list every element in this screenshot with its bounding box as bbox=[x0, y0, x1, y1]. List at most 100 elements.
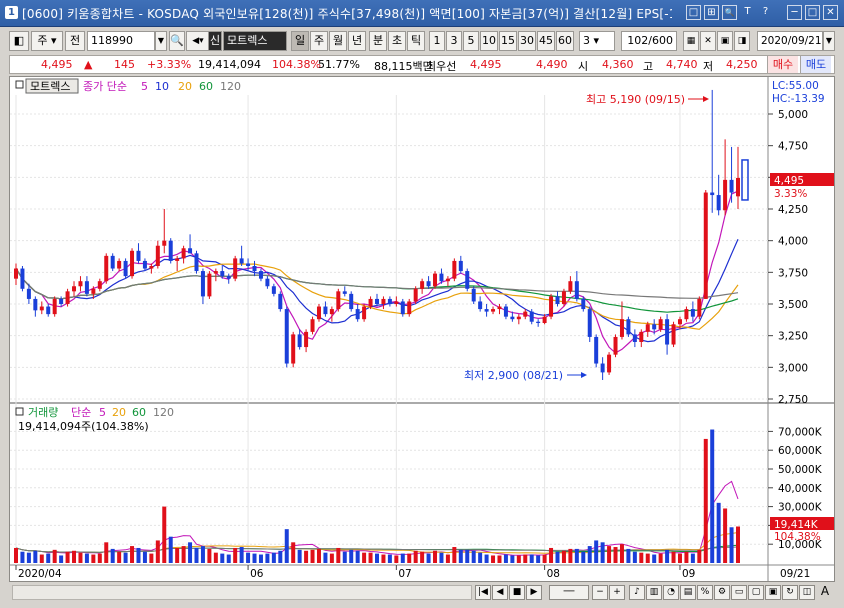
candle-body bbox=[439, 273, 444, 282]
sidebar-toggle-icon[interactable]: ◨ bbox=[734, 31, 750, 51]
tab-year[interactable]: 년 bbox=[348, 31, 366, 51]
volume-bar bbox=[671, 551, 676, 563]
interval-5[interactable]: 5 bbox=[463, 31, 479, 51]
volume-bar bbox=[181, 546, 186, 563]
ma-title: 종가 단순 bbox=[83, 80, 127, 93]
stock-label: 모트렉스 bbox=[30, 80, 70, 93]
panel-collapse-icon[interactable] bbox=[15, 80, 24, 89]
help-icon[interactable]: ? bbox=[758, 5, 773, 20]
minimize-button[interactable]: ─ bbox=[787, 5, 802, 20]
candle-body bbox=[394, 301, 399, 304]
candle-body bbox=[619, 319, 624, 337]
volume-bar bbox=[491, 555, 496, 563]
candle-body bbox=[200, 271, 205, 297]
indicator-icon[interactable]: ◔ bbox=[663, 585, 679, 600]
chart-menu-icon[interactable]: ◧ bbox=[9, 31, 29, 51]
quote-price: 4,495 bbox=[41, 58, 73, 71]
interval-select[interactable]: 3 ▾ bbox=[579, 31, 615, 51]
sell-button[interactable]: 매도 bbox=[800, 56, 831, 73]
candle-body bbox=[110, 255, 115, 269]
quote-open: 4,360 bbox=[602, 58, 634, 71]
count-input[interactable]: 102/600 bbox=[621, 31, 677, 51]
settings-icon[interactable]: ⚙ bbox=[714, 585, 730, 600]
zoom-in-icon[interactable]: + bbox=[609, 585, 625, 600]
code-dropdown-icon[interactable]: ▼ bbox=[155, 31, 167, 51]
tab-day[interactable]: 일 bbox=[291, 31, 309, 51]
tab-week[interactable]: 주 bbox=[310, 31, 328, 51]
stock-code-input[interactable]: 118990 bbox=[87, 31, 155, 51]
candle-body bbox=[97, 281, 102, 289]
candlestick-chart[interactable]: 5,0004,7504,5004,2504,0003,7503,5003,250… bbox=[10, 77, 834, 581]
volume-bar bbox=[529, 554, 534, 563]
tab-second[interactable]: 초 bbox=[388, 31, 406, 51]
candle-body bbox=[549, 296, 554, 317]
font-size-icon[interactable]: A bbox=[817, 585, 833, 600]
print-icon[interactable]: ▣ bbox=[765, 585, 781, 600]
bars-icon[interactable]: ▥ bbox=[646, 585, 662, 600]
interval-15[interactable]: 15 bbox=[499, 31, 517, 51]
quote-turnover: 51.77% bbox=[318, 58, 360, 71]
lock-icon[interactable]: ▣ bbox=[717, 31, 733, 51]
interval-10[interactable]: 10 bbox=[480, 31, 498, 51]
refresh-icon[interactable]: ↻ bbox=[782, 585, 798, 600]
volume-bar bbox=[162, 506, 167, 563]
volume-bar bbox=[639, 552, 644, 563]
volume-bar bbox=[252, 553, 257, 563]
horizontal-scrollbar[interactable] bbox=[12, 585, 472, 600]
restore-layout-icon[interactable]: □ bbox=[686, 5, 701, 20]
prev-button[interactable]: 전 bbox=[65, 31, 85, 51]
scroll-left-end-icon[interactable]: |◀ bbox=[475, 585, 491, 600]
search-icon[interactable]: 🔍 bbox=[169, 31, 185, 51]
crosshair-icon[interactable]: ✕ bbox=[700, 31, 716, 51]
tab-tick[interactable]: 틱 bbox=[407, 31, 425, 51]
date-dropdown-icon[interactable]: ▼ bbox=[823, 31, 835, 51]
tab-month[interactable]: 월 bbox=[329, 31, 347, 51]
stop-icon[interactable]: ■ bbox=[509, 585, 525, 600]
close-button[interactable]: ✕ bbox=[823, 5, 838, 20]
text-icon[interactable]: T bbox=[740, 5, 755, 20]
capture-icon[interactable]: ▤ bbox=[680, 585, 696, 600]
scroll-right-icon[interactable]: ▶ bbox=[526, 585, 542, 600]
magnifier-icon[interactable]: 🔍 bbox=[722, 5, 737, 20]
price-tick-label: 5,000 bbox=[778, 109, 808, 121]
interval-1[interactable]: 1 bbox=[429, 31, 445, 51]
interval-30[interactable]: 30 bbox=[518, 31, 536, 51]
volume-bar bbox=[665, 549, 670, 563]
volume-bar bbox=[458, 549, 463, 563]
zoom-out-icon[interactable]: − bbox=[592, 585, 608, 600]
volume-bar bbox=[117, 551, 122, 563]
open-label: 시 bbox=[578, 60, 589, 73]
candle-body bbox=[729, 179, 734, 193]
buy-button[interactable]: 매수 bbox=[767, 56, 798, 73]
period-select[interactable]: 주 ▾ bbox=[31, 31, 63, 51]
grid-icon[interactable]: ⊞ bbox=[704, 5, 719, 20]
volume-bar bbox=[297, 549, 302, 563]
candle-body bbox=[316, 306, 321, 320]
date-input[interactable]: 2020/09/21 bbox=[757, 31, 823, 51]
tab-minute[interactable]: 분 bbox=[369, 31, 387, 51]
candle-body bbox=[497, 306, 502, 310]
sound-icon[interactable]: ♪ bbox=[629, 585, 645, 600]
quote-high: 4,740 bbox=[666, 58, 698, 71]
volume-ma-5-line bbox=[15, 480, 739, 556]
chart-area[interactable]: 5,0004,7504,5004,2504,0003,7503,5003,250… bbox=[9, 76, 835, 582]
maximize-button[interactable]: □ bbox=[805, 5, 820, 20]
candle-body bbox=[677, 319, 682, 325]
interval-3[interactable]: 3 bbox=[446, 31, 462, 51]
volume-bar bbox=[626, 548, 631, 563]
export-icon[interactable]: ◫ bbox=[799, 585, 815, 600]
volume-bar bbox=[536, 555, 541, 563]
stock-name-field[interactable]: 모트렉스 bbox=[223, 31, 287, 51]
cursor-icon[interactable]: ▢ bbox=[748, 585, 764, 600]
speaker-icon[interactable]: ◀▾ bbox=[186, 31, 210, 51]
scroll-left-icon[interactable]: ◀ bbox=[492, 585, 508, 600]
candle-body bbox=[510, 316, 515, 320]
volume-collapse-icon[interactable] bbox=[15, 407, 24, 416]
grid-layout-icon[interactable]: ▦ bbox=[683, 31, 699, 51]
candle-body bbox=[613, 336, 618, 355]
ruler-icon[interactable]: ▭ bbox=[731, 585, 747, 600]
percent-icon[interactable]: % bbox=[697, 585, 713, 600]
zoom-bar[interactable]: ── bbox=[549, 585, 589, 600]
interval-60[interactable]: 60 bbox=[556, 31, 574, 51]
interval-45[interactable]: 45 bbox=[537, 31, 555, 51]
